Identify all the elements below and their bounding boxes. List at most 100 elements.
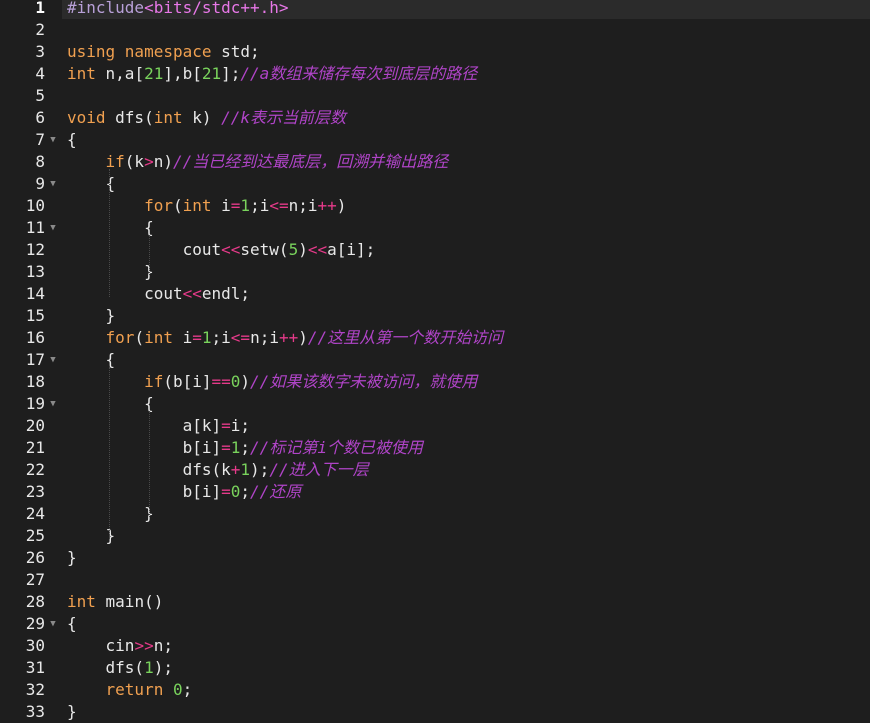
code-line[interactable] <box>62 569 67 591</box>
code-token: } <box>67 702 77 721</box>
line-number: 21 <box>25 438 45 457</box>
code-token: 0 <box>230 482 241 501</box>
code-token: 1 <box>240 460 251 479</box>
code-token: { <box>67 218 154 237</box>
code-token: (k <box>124 152 145 171</box>
code-token: n; <box>153 636 173 655</box>
code-line[interactable]: a[k]=i; <box>62 415 250 437</box>
code-line[interactable]: { <box>62 129 77 151</box>
code-line[interactable]: int main() <box>62 591 163 613</box>
code-line[interactable]: #include<bits/stdc++.h> <box>62 0 870 19</box>
code-line[interactable]: b[i]=0;//还原 <box>62 481 302 503</box>
code-line[interactable]: void dfs(int k) //k表示当前层数 <box>62 107 346 129</box>
line-number: 7 <box>35 130 45 149</box>
code-token: cin <box>67 636 135 655</box>
code-line[interactable]: { <box>62 217 154 239</box>
code-line[interactable]: if(b[i]==0)//如果该数字未被访问，就使用 <box>62 371 477 393</box>
code-line[interactable] <box>62 85 67 107</box>
code-line-text: dfs(1); <box>62 658 173 677</box>
code-token: 0 <box>230 372 241 391</box>
fold-triangle-icon[interactable]: ▼ <box>48 129 58 151</box>
code-token: int <box>182 196 212 215</box>
code-token: 21 <box>201 64 222 83</box>
code-token: { <box>67 130 77 149</box>
code-token: << <box>307 240 328 259</box>
line-number: 16 <box>25 328 45 347</box>
line-number: 11 <box>25 218 45 237</box>
fold-triangle-icon[interactable]: ▼ <box>48 217 58 239</box>
code-token: ++ <box>278 328 299 347</box>
fold-triangle-icon[interactable]: ▼ <box>48 613 58 635</box>
code-line[interactable]: { <box>62 393 154 415</box>
code-line-text: } <box>62 526 116 545</box>
code-line-text: { <box>62 394 154 413</box>
line-number: 22 <box>25 460 45 479</box>
code-line-text: return 0; <box>62 680 193 699</box>
code-token: = <box>221 416 231 435</box>
code-line-text: cout<<endl; <box>62 284 250 303</box>
code-line[interactable]: dfs(1); <box>62 657 173 679</box>
code-token: if <box>144 372 164 391</box>
code-line[interactable]: cout<<endl; <box>62 283 250 305</box>
code-line-text: } <box>62 262 154 281</box>
code-line[interactable]: { <box>62 349 116 371</box>
code-line[interactable]: } <box>62 305 116 327</box>
code-line[interactable]: } <box>62 547 77 569</box>
code-line-text: } <box>62 306 116 325</box>
code-token: = <box>230 196 241 215</box>
code-token: ++ <box>317 196 337 215</box>
code-token: int <box>67 592 96 611</box>
code-area[interactable]: #include<bits/stdc++.h> using namespace s… <box>62 0 870 721</box>
code-token: + <box>230 460 241 479</box>
code-token: } <box>67 262 154 281</box>
code-token: = <box>192 328 202 347</box>
code-token: return <box>105 680 164 699</box>
code-line[interactable]: for(int i=1;i<=n;i++)//这里从第一个数开始访问 <box>62 327 504 349</box>
line-number: 30 <box>25 636 45 655</box>
code-line-text: for(int i=1;i<=n;i++)//这里从第一个数开始访问 <box>62 328 504 347</box>
code-token: = <box>221 438 231 457</box>
line-number: 10 <box>25 196 45 215</box>
line-number: 17 <box>25 350 45 369</box>
code-line[interactable]: } <box>62 261 154 283</box>
code-line[interactable]: return 0; <box>62 679 193 701</box>
line-number: 20 <box>25 416 45 435</box>
code-line[interactable] <box>62 19 67 41</box>
line-number: 23 <box>25 482 45 501</box>
code-line[interactable]: dfs(k+1);//进入下一层 <box>62 459 369 481</box>
code-line[interactable]: for(int i=1;i<=n;i++) <box>62 195 346 217</box>
code-line[interactable]: { <box>62 173 116 195</box>
code-token: ( <box>172 196 183 215</box>
line-number: 3 <box>35 42 45 61</box>
code-line[interactable]: using namespace std; <box>62 41 260 63</box>
code-token: i; <box>230 416 251 435</box>
code-token: 1 <box>144 658 154 677</box>
line-number: 25 <box>25 526 45 545</box>
code-token: i <box>172 328 193 347</box>
fold-triangle-icon[interactable]: ▼ <box>48 173 58 195</box>
code-line-text: } <box>62 548 77 567</box>
code-line-text: a[k]=i; <box>62 416 250 435</box>
code-token: int <box>153 108 183 127</box>
code-token: 5 <box>288 240 299 259</box>
fold-triangle-icon[interactable]: ▼ <box>48 393 58 415</box>
code-line[interactable]: int n,a[21],b[21];//a数组来储存每次到底层的路径 <box>62 63 477 85</box>
code-token: 21 <box>144 64 164 83</box>
fold-triangle-icon[interactable]: ▼ <box>48 349 58 371</box>
code-line[interactable]: b[i]=1;//标记第i个数已被使用 <box>62 437 423 459</box>
line-number: 32 <box>25 680 45 699</box>
code-editor[interactable]: 1 2 3 4 5 6 7 ▼ 8 9 ▼ 10 11 ▼ 12 13 14 15 16 17 ▼ 18 19 ▼ 20 21 22… <box>0 0 870 721</box>
code-token: { <box>67 350 116 369</box>
code-token: <= <box>269 196 289 215</box>
code-token: for <box>144 196 173 215</box>
code-token: = <box>221 482 231 501</box>
code-line[interactable]: cin>>n; <box>62 635 173 657</box>
code-line[interactable]: { <box>62 613 77 635</box>
code-line[interactable]: } <box>62 503 154 525</box>
code-line[interactable]: if(k>n)//当已经到达最底层，回溯并输出路径 <box>62 151 449 173</box>
code-line[interactable]: } <box>62 525 116 547</box>
